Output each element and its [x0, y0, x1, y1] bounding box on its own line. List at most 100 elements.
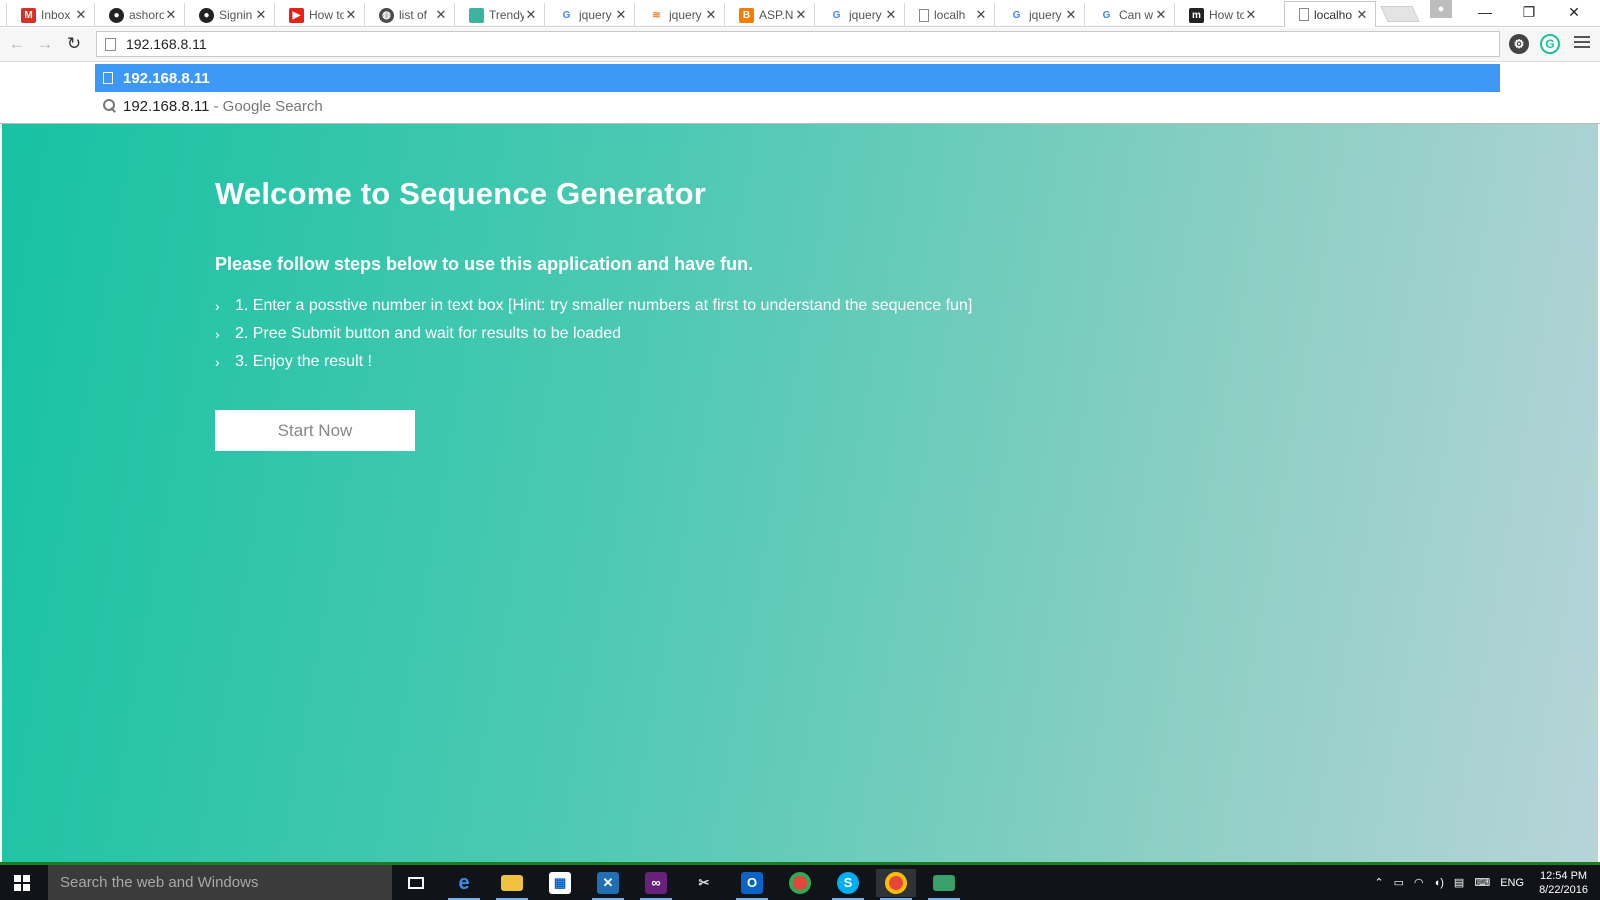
task-view-icon[interactable] — [396, 869, 436, 897]
site-icon — [469, 7, 484, 23]
step-text: 2. Pree Submit button and wait for resul… — [235, 325, 622, 342]
tab-google-can[interactable]: G Can w ✕ — [1084, 3, 1174, 27]
profile-icon[interactable]: ● — [1430, 0, 1452, 18]
file-explorer-icon[interactable] — [492, 869, 532, 900]
app-icon[interactable] — [924, 869, 964, 900]
new-tab-button[interactable] — [1380, 6, 1420, 22]
tools-icon[interactable]: ✂ — [684, 869, 724, 897]
google-icon: G — [832, 9, 841, 21]
suggestion-search[interactable]: 192.168.8.11 - Google Search — [95, 92, 1500, 120]
browser-toolbar: ← → ↻ 192.168.8.11 ⚙ G — [0, 28, 1600, 62]
tab-trendy[interactable]: Trendy ✕ — [454, 3, 544, 27]
edge-icon[interactable]: e — [444, 869, 484, 900]
close-icon[interactable]: ✕ — [1244, 7, 1258, 23]
close-icon[interactable]: ✕ — [524, 7, 538, 23]
outlook-icon[interactable]: O — [732, 869, 772, 900]
tab-title: ASP.N — [759, 8, 794, 22]
extension-icon[interactable]: ⚙ — [1509, 34, 1529, 54]
battery-icon[interactable]: ▭ — [1394, 876, 1404, 889]
reload-icon[interactable]: ↻ — [63, 33, 85, 55]
restore-icon[interactable]: ❐ — [1507, 0, 1551, 24]
keyboard-icon[interactable]: ⌨ — [1474, 876, 1490, 889]
page-icon — [103, 72, 113, 84]
tab-google-jquery-2[interactable]: G jquery ✕ — [814, 3, 904, 27]
tab-google-jquery-3[interactable]: G jquery ✕ — [994, 3, 1084, 27]
suggestion-query: 192.168.8.11 — [123, 97, 210, 115]
omnibox-suggestions: 192.168.8.11 192.168.8.11 - Google Searc… — [0, 62, 1600, 124]
taskbar-search-input[interactable]: Search the web and Windows — [48, 865, 392, 900]
tool-icon[interactable]: ✕ — [588, 869, 628, 900]
close-icon[interactable]: ✕ — [74, 7, 88, 23]
window-close-icon[interactable]: ✕ — [1552, 0, 1596, 24]
tab-localhost[interactable]: localh ✕ — [904, 3, 994, 27]
visual-studio-icon[interactable]: ∞ — [636, 869, 676, 900]
globe-icon: ◍ — [379, 7, 394, 23]
language-indicator[interactable]: ENG — [1500, 877, 1524, 889]
network-icon[interactable]: ◠ — [1414, 876, 1424, 889]
page-icon — [105, 37, 116, 51]
medium-icon: m — [1189, 7, 1204, 23]
tab-list[interactable]: ◍ list of ✕ — [364, 3, 454, 27]
store-icon[interactable]: ▦ — [540, 869, 580, 897]
tab-inbox[interactable]: M Inbox ( ✕ — [6, 3, 94, 27]
minimize-icon[interactable]: — — [1463, 0, 1507, 24]
taskbar: Search the web and Windows e ▦ ✕ ∞ ✂ O S… — [0, 862, 1600, 900]
steps-list: › 1. Enter a posstive number in text box… — [215, 292, 972, 376]
step-text: 1. Enter a posstive number in text box [… — [235, 297, 973, 314]
tab-title: How to — [1209, 8, 1244, 22]
step-text: 3. Enjoy the result ! — [235, 353, 372, 370]
close-icon[interactable]: ✕ — [344, 7, 358, 23]
tab-title: list of — [399, 8, 428, 22]
grammarly-icon[interactable]: G — [1540, 34, 1560, 54]
tab-youtube[interactable]: ▶ How to ✕ — [274, 3, 364, 27]
tab-blogger[interactable]: B ASP.N ✕ — [724, 3, 814, 27]
tab-localhost-active[interactable]: localho ✕ — [1284, 1, 1376, 27]
tab-google-jquery[interactable]: G jquery ✕ — [544, 3, 634, 27]
skype-icon[interactable]: S — [828, 869, 868, 900]
page-title: Welcome to Sequence Generator — [215, 176, 707, 211]
github-icon: ● — [199, 7, 214, 23]
close-icon[interactable]: ✕ — [614, 7, 628, 23]
tab-github-ashoro[interactable]: ● ashoro ✕ — [94, 3, 184, 27]
search-icon — [103, 99, 117, 113]
clock-date: 8/22/2016 — [1539, 883, 1588, 896]
close-icon[interactable]: ✕ — [1355, 7, 1369, 23]
suggestion-url[interactable]: 192.168.8.11 — [95, 64, 1500, 92]
list-item: › 3. Enjoy the result ! — [215, 348, 972, 376]
blogger-icon: B — [739, 7, 754, 23]
tab-github-signin[interactable]: ● Signin ✕ — [184, 3, 274, 27]
volume-icon[interactable]: ◖) — [1434, 877, 1444, 889]
page-icon — [919, 8, 929, 22]
menu-icon[interactable] — [1574, 36, 1590, 51]
tab-title: How to — [309, 8, 344, 22]
youtube-icon: ▶ — [289, 7, 304, 23]
chevron-right-icon: › — [215, 326, 220, 342]
clock[interactable]: 12:54 PM 8/22/2016 — [1539, 869, 1588, 897]
close-icon[interactable]: ✕ — [1064, 7, 1078, 23]
close-icon[interactable]: ✕ — [794, 7, 808, 23]
url-text[interactable]: 192.168.8.11 — [126, 36, 207, 52]
back-icon[interactable]: ← — [6, 33, 28, 55]
tab-stackoverflow[interactable]: ≋ jquery ✕ — [634, 3, 724, 27]
close-icon[interactable]: ✕ — [1154, 7, 1168, 23]
chevron-up-icon[interactable]: ⌃ — [1374, 876, 1383, 889]
suggestion-url-text: 192.168.8.11 — [123, 69, 210, 87]
tab-title: jquery — [1029, 8, 1062, 22]
close-icon[interactable]: ✕ — [254, 7, 268, 23]
windows-start-icon[interactable] — [14, 875, 30, 891]
close-icon[interactable]: ✕ — [704, 7, 718, 23]
close-icon[interactable]: ✕ — [974, 7, 988, 23]
google-icon: G — [1012, 9, 1021, 21]
tab-title: jquery — [849, 8, 882, 22]
chrome-icon[interactable] — [780, 869, 820, 897]
close-icon[interactable]: ✕ — [164, 7, 178, 23]
tab-medium[interactable]: m How to ✕ — [1174, 3, 1264, 27]
close-icon[interactable]: ✕ — [434, 7, 448, 23]
forward-icon[interactable]: → — [34, 33, 56, 55]
tab-title: Signin — [219, 8, 253, 22]
start-now-button[interactable]: Start Now — [215, 410, 415, 451]
notification-icon[interactable]: ▤ — [1454, 876, 1464, 889]
close-icon[interactable]: ✕ — [884, 7, 898, 23]
address-bar[interactable]: 192.168.8.11 — [96, 31, 1500, 57]
chrome-active-icon[interactable] — [876, 869, 916, 900]
